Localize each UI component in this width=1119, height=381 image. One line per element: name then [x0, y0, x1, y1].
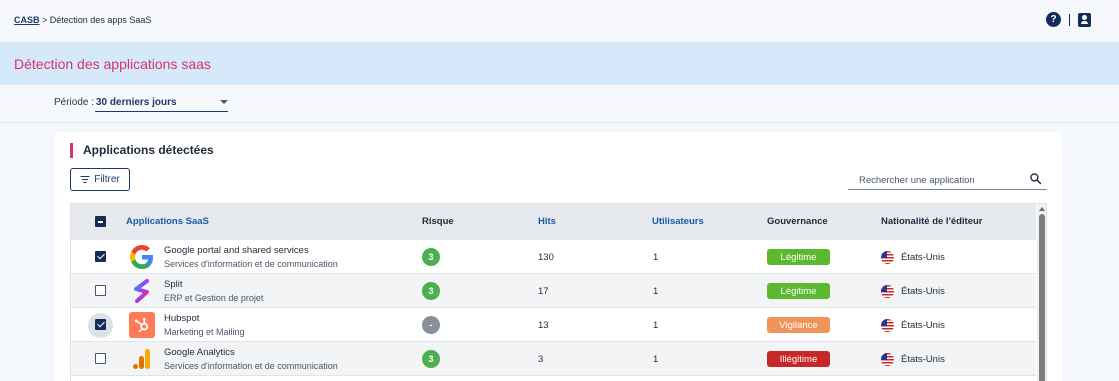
- governance-badge[interactable]: Illégitime: [767, 351, 830, 367]
- top-icons: ?: [1046, 12, 1091, 27]
- app-category: Services d'information et de communicati…: [164, 361, 338, 371]
- period-value: 30 derniers jours: [96, 97, 177, 108]
- risk-badge: -: [422, 316, 440, 334]
- row-checkbox[interactable]: [95, 353, 106, 364]
- users-value: 1: [653, 354, 659, 365]
- vertical-scrollbar[interactable]: [1037, 204, 1046, 381]
- app-name: Hubspot: [164, 313, 200, 324]
- row-checkbox[interactable]: [95, 319, 106, 330]
- search-placeholder: Rechercher une application: [859, 175, 975, 186]
- hits-value: 17: [538, 286, 549, 297]
- period-bar: Période : 30 derniers jours: [0, 85, 1119, 123]
- app-name: Google portal and shared services: [164, 245, 309, 256]
- breadcrumb-current: Détection des apps SaaS: [49, 15, 152, 25]
- country-name: États-Unis: [901, 320, 945, 331]
- breadcrumb-casb-link[interactable]: CASB: [14, 15, 40, 25]
- scrollbar-thumb[interactable]: [1039, 214, 1045, 381]
- breadcrumb-separator: >: [39, 15, 50, 25]
- governance-badge[interactable]: Légitime: [767, 283, 830, 299]
- card-title: Applications détectées: [83, 143, 214, 157]
- account-box-icon[interactable]: [1078, 12, 1091, 27]
- hits-value: 130: [538, 252, 554, 263]
- governance-badge[interactable]: Vigilance: [767, 317, 830, 333]
- table-row[interactable]: Split ERP et Gestion de projet 3 17 1 Lé…: [71, 274, 1036, 308]
- google-analytics-logo-icon: [129, 346, 155, 372]
- us-flag-icon: [881, 285, 894, 298]
- help-circle-icon[interactable]: ?: [1046, 12, 1061, 27]
- app-name: Split: [164, 279, 183, 290]
- scroll-up-arrow-icon[interactable]: [1039, 207, 1045, 211]
- table-row[interactable]: Google portal and shared services Servic…: [71, 240, 1036, 274]
- risk-badge: 3: [422, 282, 440, 300]
- risk-badge: 3: [422, 248, 440, 266]
- us-flag-icon: [881, 353, 894, 366]
- app-category: Marketing et Mailing: [164, 327, 245, 337]
- app-category: ERP et Gestion de projet: [164, 293, 264, 303]
- col-header-risk: Risque: [422, 216, 454, 227]
- search-icon[interactable]: [1029, 172, 1042, 185]
- col-header-apps[interactable]: Applications SaaS: [126, 216, 209, 227]
- app-category: Services d'information et de communicati…: [164, 259, 338, 269]
- table-row[interactable]: Google Analytics Services d'information …: [71, 342, 1036, 376]
- col-header-governance: Gouvernance: [767, 216, 828, 227]
- filter-icon: [80, 176, 90, 183]
- split-logo-icon: [129, 278, 155, 304]
- col-header-nationality: Nationalité de l'éditeur: [881, 216, 983, 227]
- hits-value: 3: [538, 354, 544, 365]
- governance-badge[interactable]: Légitime: [767, 249, 830, 265]
- country-name: États-Unis: [901, 286, 945, 297]
- search-input[interactable]: Rechercher une application: [848, 170, 1047, 190]
- hubspot-logo-icon: [129, 312, 155, 338]
- detected-apps-card: Applications détectées Filtrer Recherche…: [55, 132, 1062, 381]
- page-title: Détection des applications saas: [14, 56, 211, 72]
- apps-table: Applications SaaS Risque Hits Utilisateu…: [70, 203, 1047, 381]
- hits-value: 13: [538, 320, 549, 331]
- card-accent-bar: [70, 143, 73, 158]
- select-all-checkbox[interactable]: [95, 216, 106, 227]
- chevron-down-icon: [220, 100, 228, 104]
- period-label: Période :: [54, 97, 95, 108]
- col-header-hits[interactable]: Hits: [538, 216, 556, 227]
- period-select[interactable]: 30 derniers jours: [95, 95, 228, 112]
- col-header-users[interactable]: Utilisateurs: [652, 216, 704, 227]
- page-banner: Détection des applications saas: [0, 42, 1119, 85]
- users-value: 1: [653, 252, 659, 263]
- risk-badge: 3: [422, 350, 440, 368]
- table-row[interactable]: Hubspot Marketing et Mailing - 13 1 Vigi…: [71, 308, 1036, 342]
- us-flag-icon: [881, 251, 894, 264]
- table-header: Applications SaaS Risque Hits Utilisateu…: [71, 204, 1036, 240]
- us-flag-icon: [881, 319, 894, 332]
- app-name: Google Analytics: [164, 347, 235, 358]
- country-name: États-Unis: [901, 252, 945, 263]
- users-value: 1: [653, 286, 659, 297]
- filter-label: Filtrer: [94, 174, 120, 185]
- filter-button[interactable]: Filtrer: [70, 168, 130, 191]
- top-bar: CASB > Détection des apps SaaS ?: [0, 0, 1119, 42]
- users-value: 1: [653, 320, 659, 331]
- breadcrumb: CASB > Détection des apps SaaS: [14, 15, 151, 25]
- country-name: États-Unis: [901, 354, 945, 365]
- divider: [1069, 13, 1070, 26]
- google-logo-icon: [129, 244, 155, 270]
- row-checkbox[interactable]: [95, 251, 106, 262]
- row-checkbox[interactable]: [95, 285, 106, 296]
